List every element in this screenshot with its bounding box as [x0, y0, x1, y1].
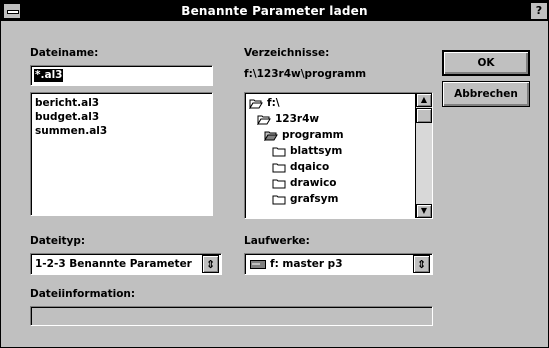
open-folder-icon [249, 99, 263, 109]
drive-icon [250, 260, 266, 269]
dir-item-123r4w[interactable]: 123r4w [257, 112, 319, 126]
scrollbar-thumb[interactable] [416, 108, 432, 123]
filetype-select[interactable]: 1-2-3 Benannte Parameter ⇕ [30, 253, 222, 275]
dropdown-arrow-icon[interactable]: ⇕ [202, 255, 219, 273]
file-list[interactable]: bericht.al3 budget.al3 summen.al3 [30, 92, 213, 216]
open-folder-icon [264, 131, 278, 141]
file-list-item[interactable]: summen.al3 [35, 124, 107, 138]
scroll-down-arrow-icon[interactable]: ▼ [416, 204, 432, 218]
directories-label: Verzeichnisse: [244, 47, 329, 59]
folder-icon [272, 195, 286, 204]
window-title: Benannte Parameter laden [181, 4, 368, 18]
filetype-label: Dateityp: [30, 235, 86, 247]
dir-item-label: grafsym [290, 193, 339, 205]
fileinfo-label: Dateiinformation: [30, 288, 136, 300]
help-icon[interactable]: ? [531, 3, 547, 19]
directory-scrollbar[interactable]: ▲ ▼ [415, 93, 432, 218]
drives-select[interactable]: f: master p3 ⇕ [244, 253, 433, 275]
filename-input-value: *.al3 [34, 69, 64, 82]
current-path: f:\123r4w\programm [244, 68, 367, 80]
folder-icon [272, 179, 286, 188]
dir-item-blattsym[interactable]: blattsym [272, 144, 342, 158]
file-list-item[interactable]: budget.al3 [35, 110, 107, 124]
file-list-item[interactable]: bericht.al3 [35, 96, 107, 110]
scroll-up-arrow-icon[interactable]: ▲ [416, 93, 432, 107]
folder-icon [272, 163, 286, 172]
filetype-value: 1-2-3 Benannte Parameter [35, 258, 192, 270]
dir-item-root[interactable]: f:\ [249, 96, 280, 110]
directories-label-text: Verzeichnisse: [244, 47, 330, 59]
dir-item-label: blattsym [290, 145, 343, 157]
dropdown-arrow-icon[interactable]: ⇕ [413, 255, 430, 273]
open-folder-icon [257, 115, 271, 125]
directory-list[interactable]: f:\ 123r4w programm blattsym dqaico draw… [244, 92, 433, 219]
dir-item-programm[interactable]: programm [264, 128, 344, 142]
folder-icon [272, 147, 286, 156]
dir-item-label: dqaico [290, 161, 330, 173]
dir-item-label: f:\ [267, 97, 280, 109]
drives-value: f: master p3 [270, 258, 343, 270]
filename-input[interactable]: *.al3 [30, 65, 213, 86]
dir-item-label: drawico [290, 177, 337, 189]
fileinfo-box [30, 306, 433, 326]
title-bar[interactable]: Benannte Parameter laden [1, 1, 548, 21]
filename-label-text: Dateiname: [30, 47, 99, 59]
drives-label: Laufwerke: [244, 235, 310, 247]
cancel-button[interactable]: Abbrechen [442, 81, 530, 107]
dir-item-label: programm [282, 129, 344, 141]
ok-button[interactable]: OK [442, 50, 530, 76]
system-menu-icon[interactable] [3, 3, 21, 19]
dir-item-grafsym[interactable]: grafsym [272, 192, 338, 206]
dir-item-label: 123r4w [275, 113, 320, 125]
dir-item-drawico[interactable]: drawico [272, 176, 337, 190]
filename-label: Dateiname: [30, 47, 98, 59]
dir-item-dqaico[interactable]: dqaico [272, 160, 329, 174]
dialog-window: Benannte Parameter laden ? Dateiname: *.… [0, 0, 549, 348]
